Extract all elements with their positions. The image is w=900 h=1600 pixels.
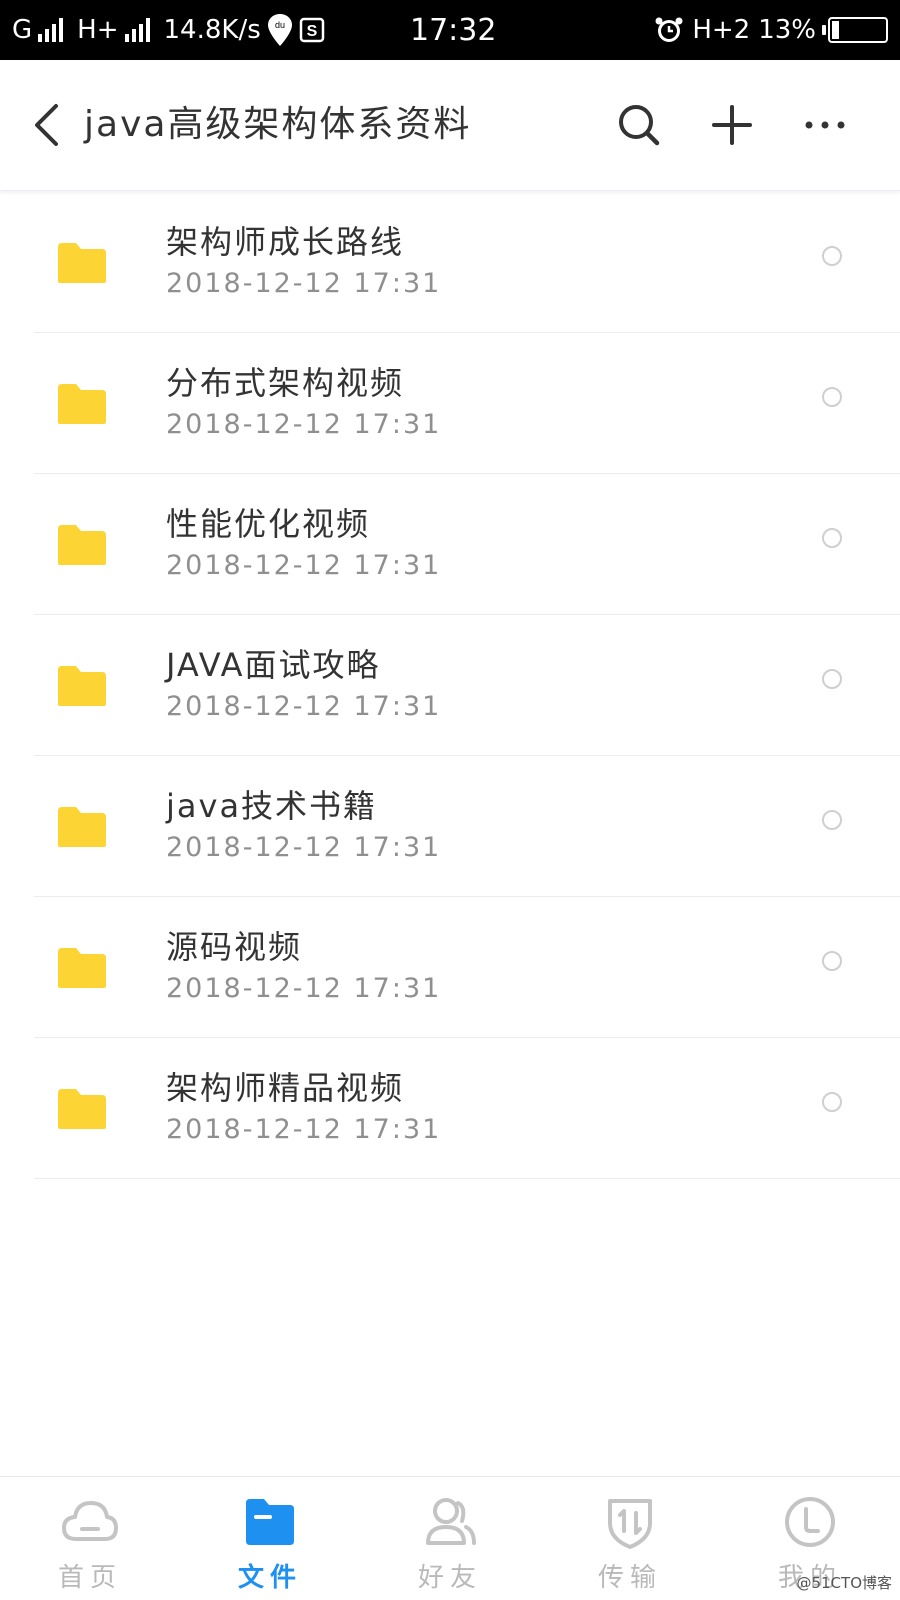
tab-files[interactable]: 文件 <box>180 1477 360 1600</box>
tab-files-label: 文件 <box>237 1563 302 1593</box>
folder-icon <box>58 525 106 565</box>
transfer-shield-icon <box>608 1499 652 1549</box>
folder-icon <box>58 666 106 706</box>
header: java高级架构体系资料 <box>0 60 900 191</box>
folder-icon <box>58 1089 106 1129</box>
s-badge-text: S <box>306 23 317 40</box>
file-name: 分布式架构视频 <box>166 364 405 402</box>
friends-icon <box>426 1498 476 1545</box>
list-item[interactable]: JAVA面试攻略 2018-12-12 17:31 <box>34 615 900 756</box>
file-name: 性能优化视频 <box>166 505 371 543</box>
baidu-location-icon: du <box>267 14 292 46</box>
bottom-nav: 首页 文件 好友 传输 我的 @51CTO博客 <box>0 1476 900 1600</box>
status-left: G H+ 14.8K/s du S <box>12 0 325 60</box>
list-item[interactable]: 架构师精品视频 2018-12-12 17:31 <box>34 1038 900 1179</box>
file-date: 2018-12-12 17:31 <box>166 832 442 863</box>
list-item[interactable]: 源码视频 2018-12-12 17:31 <box>34 897 900 1038</box>
tab-transfer-label: 传输 <box>597 1563 662 1593</box>
network-type-3: H+2 <box>692 15 751 45</box>
plus-icon <box>712 105 752 145</box>
tab-home-label: 首页 <box>57 1563 122 1593</box>
s-app-icon: S <box>299 17 324 43</box>
network-type-1: G <box>12 15 33 45</box>
select-radio[interactable] <box>822 1092 842 1112</box>
file-date: 2018-12-12 17:31 <box>166 268 442 299</box>
file-date: 2018-12-12 17:31 <box>166 1114 442 1145</box>
search-button[interactable] <box>614 100 664 150</box>
status-right: H+2 13% <box>654 0 888 60</box>
watermark: @51CTO博客 <box>796 1574 892 1592</box>
battery-fill <box>832 21 839 39</box>
network-type-2: H+ <box>77 15 119 45</box>
file-name: 源码视频 <box>166 928 303 966</box>
select-radio[interactable] <box>822 387 842 407</box>
folder-icon <box>58 948 106 988</box>
file-list: 架构师成长路线 2018-12-12 17:31 分布式架构视频 2018-12… <box>0 192 900 1179</box>
tab-home[interactable]: 首页 <box>0 1477 180 1600</box>
chevron-left-icon <box>35 104 58 146</box>
profile-icon <box>785 1497 835 1547</box>
folder-tab-icon <box>246 1499 294 1545</box>
back-button[interactable] <box>26 100 66 150</box>
tab-friends[interactable]: 好友 <box>360 1477 540 1600</box>
more-button[interactable] <box>800 100 850 150</box>
alarm-icon <box>655 17 683 42</box>
select-radio[interactable] <box>822 810 842 830</box>
tab-friends-label: 好友 <box>417 1563 482 1593</box>
tab-transfer[interactable]: 传输 <box>540 1477 720 1600</box>
folder-icon <box>58 243 106 283</box>
list-item[interactable]: 性能优化视频 2018-12-12 17:31 <box>34 474 900 615</box>
select-radio[interactable] <box>822 528 842 548</box>
status-time: 17:32 <box>410 12 497 48</box>
select-radio[interactable] <box>822 951 842 971</box>
baidu-badge-text: du <box>275 20 285 30</box>
file-name: java技术书籍 <box>166 787 378 825</box>
file-date: 2018-12-12 17:31 <box>166 550 442 581</box>
more-horizontal-icon <box>805 121 845 129</box>
file-date: 2018-12-12 17:31 <box>166 691 442 722</box>
list-item[interactable]: java技术书籍 2018-12-12 17:31 <box>34 756 900 897</box>
screen: G H+ 14.8K/s du S 17:32 H+2 13% java高级架构… <box>0 0 900 1600</box>
signal-icon <box>38 18 64 42</box>
file-name: JAVA面试攻略 <box>166 646 381 684</box>
battery-icon <box>822 17 888 43</box>
file-date: 2018-12-12 17:31 <box>166 409 442 440</box>
network-speed: 14.8K/s <box>163 15 261 45</box>
list-item[interactable]: 分布式架构视频 2018-12-12 17:31 <box>34 333 900 474</box>
file-date: 2018-12-12 17:31 <box>166 973 442 1004</box>
signal-icon-2 <box>124 18 150 42</box>
file-name: 架构师成长路线 <box>166 223 405 261</box>
select-radio[interactable] <box>822 669 842 689</box>
status-bar: G H+ 14.8K/s du S 17:32 H+2 13% <box>0 0 900 60</box>
list-item[interactable]: 架构师成长路线 2018-12-12 17:31 <box>34 192 900 333</box>
cloud-icon <box>62 1501 118 1541</box>
select-radio[interactable] <box>822 246 842 266</box>
folder-icon <box>58 807 106 847</box>
search-icon <box>619 105 660 146</box>
folder-icon <box>58 384 106 424</box>
add-button[interactable] <box>707 100 757 150</box>
battery-percent: 13% <box>758 15 816 45</box>
page-title: java高级架构体系资料 <box>84 104 472 145</box>
file-name: 架构师精品视频 <box>166 1069 405 1107</box>
